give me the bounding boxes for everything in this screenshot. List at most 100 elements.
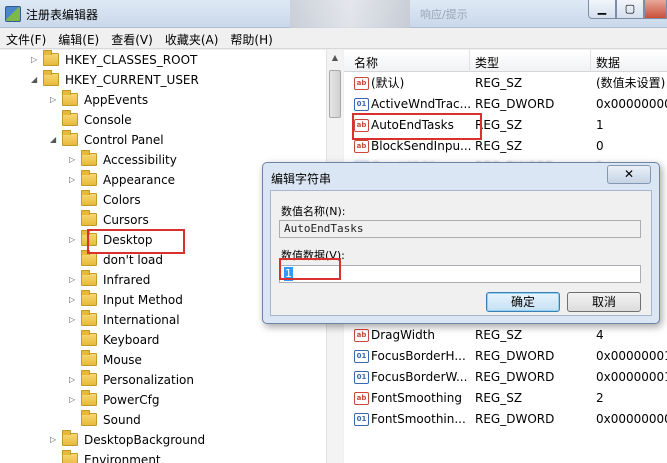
tree-node-label: Personalization xyxy=(103,373,194,387)
value-type: REG_DWORD xyxy=(475,349,555,363)
value-name: FocusBorderH... xyxy=(371,349,466,363)
expand-arrow-icon[interactable]: ▷ xyxy=(69,230,79,250)
tree-node-label: Infrared xyxy=(103,273,151,287)
value-type: REG_DWORD xyxy=(475,97,555,111)
tree-node[interactable]: Console xyxy=(0,110,326,130)
folder-icon xyxy=(81,190,97,206)
folder-icon xyxy=(81,390,97,406)
expand-arrow-icon[interactable]: ▷ xyxy=(69,270,79,290)
value-row[interactable]: ab FontSmoothing REG_SZ 2 xyxy=(344,388,667,409)
close-window-button[interactable] xyxy=(644,0,667,19)
tree-node-label: DesktopBackground xyxy=(84,433,206,447)
menu-item-2[interactable]: 查看(V) xyxy=(105,28,159,48)
column-data-header[interactable]: 数据 xyxy=(596,54,620,71)
expand-arrow-icon[interactable]: ▷ xyxy=(69,370,79,390)
expand-arrow-icon[interactable]: ▷ xyxy=(69,390,79,410)
tree-node-label: PowerCfg xyxy=(103,393,160,407)
menu-item-4[interactable]: 帮助(H) xyxy=(224,28,278,48)
menu-item-3[interactable]: 收藏夹(A) xyxy=(159,28,225,48)
value-name: DragWidth xyxy=(371,328,436,342)
background-window-text: 响应/提示 xyxy=(420,8,468,21)
value-name: FontSmoothing xyxy=(371,391,462,405)
value-name: FocusBorderW... xyxy=(371,370,468,384)
folder-icon xyxy=(62,110,78,126)
tree-node[interactable]: ▷ DesktopBackground xyxy=(0,430,326,450)
dword-value-icon: 01 xyxy=(354,413,369,426)
expand-arrow-icon[interactable]: ▷ xyxy=(31,50,41,70)
tree-node[interactable]: ◢ HKEY_CURRENT_USER xyxy=(0,70,326,90)
tree-node[interactable]: Sound xyxy=(0,410,326,430)
column-name-header[interactable]: 名称 xyxy=(354,54,378,71)
tree-node[interactable]: Environment xyxy=(0,450,326,463)
collapse-arrow-icon[interactable]: ◢ xyxy=(31,70,41,90)
value-row[interactable]: 01 FocusBorderW... REG_DWORD 0x00000001 xyxy=(344,367,667,388)
menu-bar: 文件(F) 编辑(E) 查看(V) 收藏夹(A) 帮助(H) xyxy=(0,28,667,49)
folder-icon xyxy=(62,90,78,106)
value-row[interactable]: 01 FontSmoothin... REG_DWORD 0x00000000 xyxy=(344,409,667,430)
list-header: 名称 类型 数据 xyxy=(344,50,667,72)
regedit-app-icon xyxy=(5,6,21,22)
folder-icon xyxy=(43,50,59,66)
window-title: 注册表编辑器 xyxy=(26,8,99,22)
autoendtasks-highlight xyxy=(352,113,482,140)
value-type: REG_SZ xyxy=(475,328,523,342)
folder-icon xyxy=(81,210,97,226)
tree-node-label: Colors xyxy=(103,193,141,207)
tree-node[interactable]: ◢ Control Panel xyxy=(0,130,326,150)
folder-icon xyxy=(81,370,97,386)
maximize-button[interactable]: ▢ xyxy=(616,0,644,19)
tree-node-label: Control Panel xyxy=(84,133,164,147)
folder-icon xyxy=(81,170,97,186)
cancel-button[interactable]: 取消 xyxy=(567,292,641,312)
value-type: REG_DWORD xyxy=(475,370,555,384)
tree-node[interactable]: ▷ Personalization xyxy=(0,370,326,390)
value-data: 0x00000001 xyxy=(596,349,667,363)
value-row[interactable]: ab DragWidth REG_SZ 4 xyxy=(344,325,667,346)
expand-arrow-icon[interactable]: ▷ xyxy=(69,170,79,190)
folder-icon xyxy=(81,290,97,306)
tree-node[interactable]: Mouse xyxy=(0,350,326,370)
menu-item-1[interactable]: 编辑(E) xyxy=(52,28,105,48)
scroll-up-icon[interactable]: ▲ xyxy=(327,50,343,66)
tree-node-label: Appearance xyxy=(103,173,176,187)
expand-arrow-icon[interactable]: ▷ xyxy=(69,150,79,170)
tree-node[interactable]: Keyboard xyxy=(0,330,326,350)
value-data-highlight xyxy=(279,258,341,280)
title-bar: 注册表编辑器 响应/提示 ▁ ▢ xyxy=(0,0,667,28)
expand-arrow-icon[interactable]: ▷ xyxy=(50,90,60,110)
value-data: (数值未设置) xyxy=(596,76,666,90)
expand-arrow-icon[interactable]: ▷ xyxy=(69,310,79,330)
tree-node-label: Console xyxy=(84,113,132,127)
desktop-key-highlight xyxy=(87,229,185,254)
tree-node[interactable]: ▷ PowerCfg xyxy=(0,390,326,410)
tree-node-label: AppEvents xyxy=(84,93,149,107)
value-row[interactable]: ab (默认) REG_SZ (数值未设置) xyxy=(344,73,667,94)
minimize-button[interactable]: ▁ xyxy=(588,0,616,19)
expand-arrow-icon[interactable]: ▷ xyxy=(50,430,60,450)
value-data: 0 xyxy=(596,139,604,153)
ok-button[interactable]: 确定 xyxy=(486,292,560,312)
value-name-label: 数值名称(N): xyxy=(281,205,346,218)
folder-icon xyxy=(62,450,78,463)
collapse-arrow-icon[interactable]: ◢ xyxy=(50,130,60,150)
dword-value-icon: 01 xyxy=(354,350,369,363)
tree-node[interactable]: ▷ AppEvents xyxy=(0,90,326,110)
value-row[interactable]: 01 FocusBorderH... REG_DWORD 0x00000001 xyxy=(344,346,667,367)
expand-arrow-icon[interactable]: ▷ xyxy=(69,290,79,310)
string-value-icon: ab xyxy=(354,140,369,153)
tree-node[interactable]: ▷ HKEY_CLASSES_ROOT xyxy=(0,50,326,70)
value-data: 2 xyxy=(596,391,604,405)
tree-node-label: Sound xyxy=(103,413,141,427)
folder-icon xyxy=(81,410,97,426)
folder-icon xyxy=(62,130,78,146)
value-row[interactable]: 01 ActiveWndTrac... REG_DWORD 0x00000000 xyxy=(344,94,667,115)
dialog-close-button[interactable]: ✕ xyxy=(607,165,651,184)
column-type-header[interactable]: 类型 xyxy=(475,54,499,71)
value-name: ActiveWndTrac... xyxy=(371,97,472,111)
dword-value-icon: 01 xyxy=(354,371,369,384)
scroll-thumb[interactable] xyxy=(329,70,341,118)
tree-node-label: Input Method xyxy=(103,293,183,307)
tree-node-label: Mouse xyxy=(103,353,142,367)
menu-item-0[interactable]: 文件(F) xyxy=(0,28,52,48)
folder-icon xyxy=(81,150,97,166)
